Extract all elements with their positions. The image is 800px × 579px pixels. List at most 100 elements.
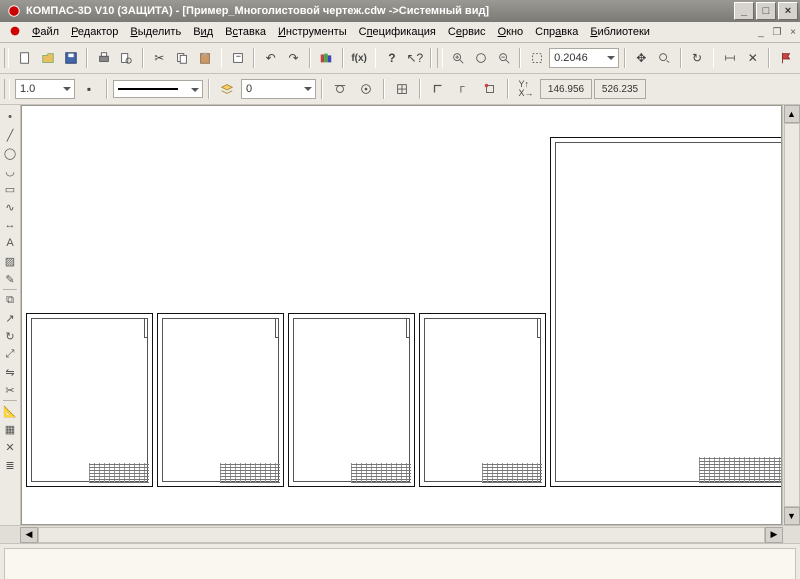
menu-service[interactable]: Сервис [442,24,492,40]
menu-spec[interactable]: Спецификация [353,24,442,40]
zoom-region-icon[interactable] [526,46,547,70]
style-chooser-icon[interactable]: ▪ [77,77,101,101]
layer-icon[interactable] [215,77,239,101]
doc-close-button[interactable]: × [786,26,800,39]
sheet-3[interactable] [288,313,415,487]
tool-measure-icon[interactable]: 📐 [2,403,18,419]
tool-move-icon[interactable]: ↗ [2,310,18,326]
toolbar-grip-3[interactable] [4,79,10,99]
undo-icon[interactable]: ↶ [260,46,281,70]
cut-icon[interactable]: ✂ [149,46,170,70]
doc-restore-button[interactable]: ❐ [770,26,784,39]
layer-dropdown[interactable]: 0 [241,79,316,99]
toolbar-grip[interactable] [4,48,9,68]
tool-prop-icon[interactable]: ≣ [2,457,18,473]
param-icon[interactable]: Γ [452,77,476,101]
menu-view[interactable]: Вид [187,24,219,40]
line-style-dropdown[interactable] [113,80,203,98]
redo-icon[interactable]: ↷ [283,46,304,70]
drawing-canvas[interactable] [21,105,782,525]
maximize-button[interactable]: □ [756,2,776,20]
scroll-h-track[interactable] [38,527,765,543]
ortho-icon[interactable] [426,77,450,101]
sheet-4[interactable] [419,313,546,487]
variables-icon[interactable]: f(x) [349,46,370,70]
tool-hatch-icon[interactable]: ▨ [2,253,18,269]
pan-icon[interactable]: ✥ [631,46,652,70]
coord-label-icon[interactable]: Y↑X→ [514,77,538,101]
zoom-out-icon[interactable] [493,46,514,70]
tool-rotate-icon[interactable]: ↻ [2,328,18,344]
minimize-button[interactable]: _ [734,2,754,20]
app-icon [6,3,22,19]
property-row[interactable] [4,548,796,579]
snap-tangent-icon[interactable] [328,77,352,101]
scroll-right-icon[interactable]: ▶ [765,527,783,543]
tool-area-icon[interactable]: ▦ [2,421,18,437]
zoom-in-icon[interactable] [448,46,469,70]
grid-icon[interactable] [390,77,414,101]
redraw-icon[interactable]: ↻ [687,46,708,70]
menu-libs[interactable]: Библиотеки [584,24,656,40]
sheet-5[interactable] [550,137,782,487]
toolbar-grip-2[interactable] [437,48,442,68]
tool-rect-icon[interactable]: ▭ [2,181,18,197]
scroll-v-track[interactable] [784,123,800,507]
whats-this-icon[interactable]: ↖? [404,46,425,70]
scrollbar-vertical[interactable]: ▲ ▼ [782,105,800,525]
title-block [482,463,542,483]
dimension-icon[interactable] [719,46,740,70]
svg-text:Γ: Γ [460,85,466,96]
close-button[interactable]: × [778,2,798,20]
coord-x-readout: 146.956 [540,79,592,99]
menu-select[interactable]: Выделить [124,24,187,40]
open-icon[interactable] [37,46,58,70]
tool-point-icon[interactable]: • [2,109,18,125]
menu-insert[interactable]: Вставка [219,24,272,40]
scrollbar-horizontal[interactable]: ◀ ▶ [0,525,800,543]
tool-dim-icon[interactable]: ↔ [2,217,18,233]
snap-center-icon[interactable] [354,77,378,101]
snap-toggle-icon[interactable] [478,77,502,101]
tool-delete-icon[interactable]: ✕ [2,439,18,455]
copy-icon[interactable] [172,46,193,70]
menu-window[interactable]: Окно [492,24,530,40]
menu-help[interactable]: Справка [529,24,584,40]
preview-icon[interactable] [116,46,137,70]
tool-spline-icon[interactable]: ∿ [2,199,18,215]
zoom-fit-icon[interactable] [471,46,492,70]
toolbar-standard: ✂ ↶ ↷ f(x) ? ↖? 0.2046 ✥ ↻ ✕ [0,43,800,74]
tool-scale-icon[interactable]: ⤢ [2,346,18,362]
scroll-up-icon[interactable]: ▲ [784,105,800,123]
tool-trim-icon[interactable]: ✂ [2,382,18,398]
break-icon[interactable]: ✕ [742,46,763,70]
notch-icon [537,318,541,338]
coord-y-readout: 526.235 [594,79,646,99]
sheet-2[interactable] [157,313,284,487]
new-icon[interactable] [14,46,35,70]
save-icon[interactable] [60,46,81,70]
scroll-left-icon[interactable]: ◀ [20,527,38,543]
scroll-down-icon[interactable]: ▼ [784,507,800,525]
doc-minimize-button[interactable]: _ [754,26,768,39]
tool-edit-icon[interactable]: ✎ [2,271,18,287]
library-icon[interactable] [316,46,337,70]
zoom-prev-icon[interactable] [654,46,675,70]
print-icon[interactable] [93,46,114,70]
paste-icon[interactable] [195,46,216,70]
menu-edit[interactable]: Редактор [65,24,124,40]
zoom-scale-input[interactable]: 0.2046 [549,48,619,68]
tool-text-icon[interactable]: A [2,235,18,251]
help-icon[interactable]: ? [381,46,402,70]
properties-icon[interactable] [227,46,248,70]
tool-line-icon[interactable]: ╱ [2,127,18,143]
line-width-dropdown[interactable]: 1.0 [15,79,75,99]
tool-copy-icon[interactable]: ⧉ [2,292,18,308]
tool-mirror-icon[interactable]: ⇋ [2,364,18,380]
tool-circle-icon[interactable]: ◯ [2,145,18,161]
sheet-1[interactable] [26,313,153,487]
flag-icon[interactable] [775,46,796,70]
tool-arc-icon[interactable]: ◡ [2,163,18,179]
menu-file[interactable]: Файл [26,24,65,40]
menu-tools[interactable]: Инструменты [272,24,353,40]
